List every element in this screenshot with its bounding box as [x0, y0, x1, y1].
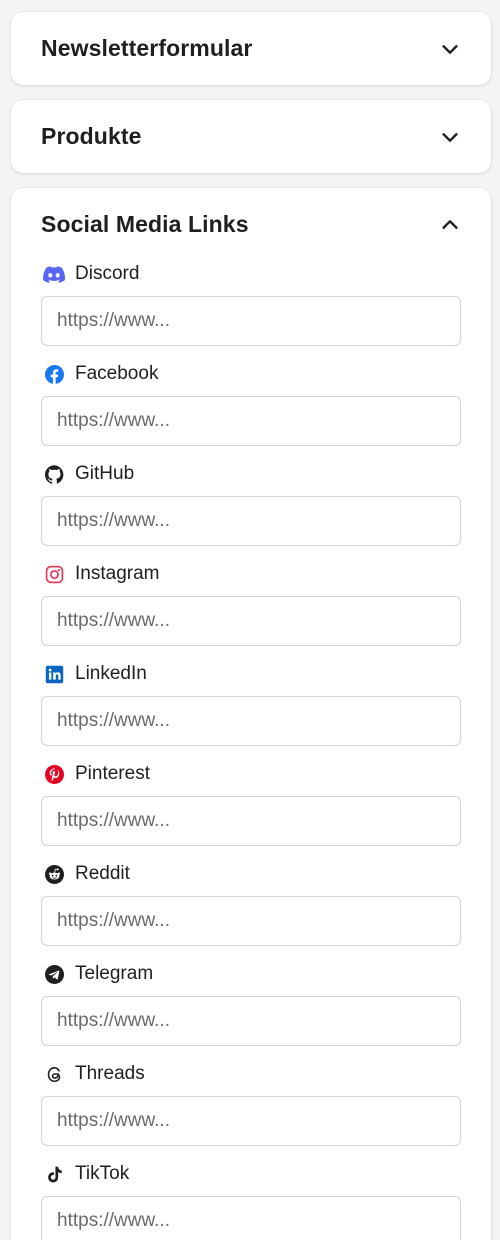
github-url-input[interactable]: [41, 496, 461, 546]
telegram-icon: [43, 963, 65, 985]
social-link-discord: Discord: [41, 261, 461, 361]
facebook-icon: [43, 363, 65, 385]
newsletter-section-header[interactable]: Newsletterformular: [11, 12, 491, 85]
github-icon: [43, 463, 65, 485]
social-link-label: Discord: [75, 263, 140, 284]
social-link-instagram: Instagram: [41, 561, 461, 661]
newsletter-section-title: Newsletterformular: [41, 35, 253, 61]
social-link-tiktok: TikTok: [41, 1161, 461, 1240]
social-link-threads: Threads: [41, 1061, 461, 1161]
newsletter-section: Newsletterformular: [11, 12, 491, 85]
social-link-reddit: Reddit: [41, 861, 461, 961]
social-link-github: GitHub: [41, 461, 461, 561]
pinterest-url-input[interactable]: [41, 796, 461, 846]
facebook-url-input[interactable]: [41, 396, 461, 446]
linkedin-url-input[interactable]: [41, 696, 461, 746]
social-link-label: GitHub: [75, 463, 135, 484]
chevron-down-icon[interactable]: [439, 38, 461, 60]
pinterest-icon: [43, 763, 65, 785]
social-link-label: TikTok: [75, 1163, 130, 1184]
social-media-links-list: Discord Facebook: [11, 261, 491, 1240]
instagram-url-input[interactable]: [41, 596, 461, 646]
social-media-section-header[interactable]: Social Media Links: [11, 188, 491, 261]
telegram-url-input[interactable]: [41, 996, 461, 1046]
page: Newsletterformular Produkte Social Media…: [0, 0, 500, 1240]
social-link-linkedin: LinkedIn: [41, 661, 461, 761]
threads-url-input[interactable]: [41, 1096, 461, 1146]
reddit-url-input[interactable]: [41, 896, 461, 946]
social-link-label: Telegram: [75, 963, 154, 984]
social-link-label: Reddit: [75, 863, 130, 884]
social-link-facebook: Facebook: [41, 361, 461, 461]
chevron-up-icon[interactable]: [439, 214, 461, 236]
linkedin-icon: [43, 663, 65, 685]
products-section-header[interactable]: Produkte: [11, 100, 491, 173]
tiktok-icon: [43, 1163, 65, 1185]
products-section: Produkte: [11, 100, 491, 173]
social-link-pinterest: Pinterest: [41, 761, 461, 861]
social-media-section: Social Media Links Discord https://www..…: [11, 188, 491, 1240]
social-link-label: Facebook: [75, 363, 159, 384]
threads-icon: [43, 1063, 65, 1085]
reddit-icon: [43, 863, 65, 885]
discord-icon: [43, 263, 65, 285]
social-link-label: LinkedIn: [75, 663, 147, 684]
social-media-section-title: Social Media Links: [41, 211, 249, 237]
chevron-down-icon[interactable]: [439, 126, 461, 148]
social-link-label: Pinterest: [75, 763, 150, 784]
instagram-icon: [43, 563, 65, 585]
discord-url-input[interactable]: [41, 296, 461, 346]
tiktok-url-input[interactable]: [41, 1196, 461, 1240]
social-link-label: Threads: [75, 1063, 145, 1084]
products-section-title: Produkte: [41, 123, 142, 149]
social-link-telegram: Telegram: [41, 961, 461, 1061]
social-link-label: Instagram: [75, 563, 160, 584]
